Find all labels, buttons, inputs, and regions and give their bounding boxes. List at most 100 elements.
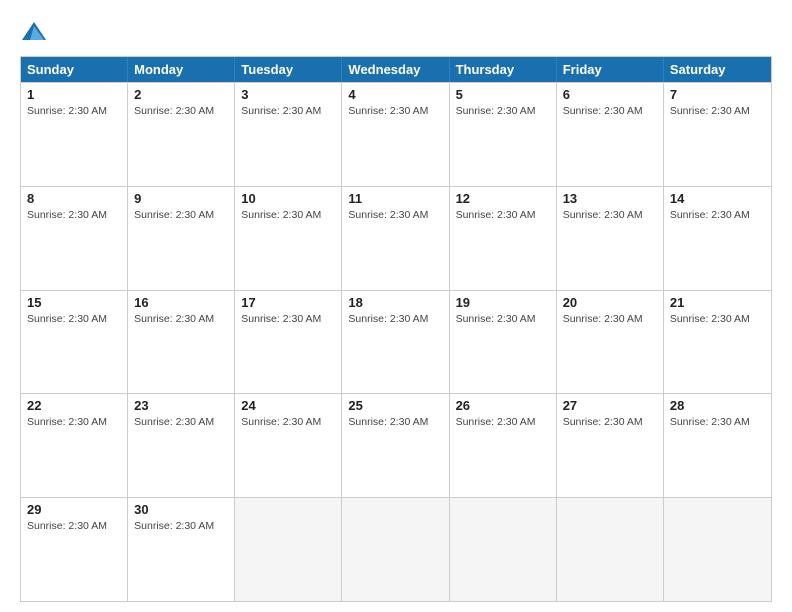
calendar-cell: 18 Sunrise: 2:30 AM — [342, 291, 449, 394]
calendar-cell: 15 Sunrise: 2:30 AM — [21, 291, 128, 394]
day-number: 15 — [27, 295, 121, 310]
day-number: 16 — [134, 295, 228, 310]
weekday-header: Friday — [557, 57, 664, 82]
weekday-header: Sunday — [21, 57, 128, 82]
calendar-cell: 1 Sunrise: 2:30 AM — [21, 83, 128, 186]
calendar-cell: 25 Sunrise: 2:30 AM — [342, 394, 449, 497]
day-number: 9 — [134, 191, 228, 206]
calendar-cell — [557, 498, 664, 601]
calendar-cell: 6 Sunrise: 2:30 AM — [557, 83, 664, 186]
calendar-cell: 11 Sunrise: 2:30 AM — [342, 187, 449, 290]
day-number: 30 — [134, 502, 228, 517]
day-number: 25 — [348, 398, 442, 413]
calendar-cell — [664, 498, 771, 601]
calendar-cell: 5 Sunrise: 2:30 AM — [450, 83, 557, 186]
header — [20, 18, 772, 46]
day-number: 23 — [134, 398, 228, 413]
day-number: 29 — [27, 502, 121, 517]
day-info: Sunrise: 2:30 AM — [348, 208, 442, 223]
day-number: 4 — [348, 87, 442, 102]
calendar-cell: 24 Sunrise: 2:30 AM — [235, 394, 342, 497]
day-number: 27 — [563, 398, 657, 413]
day-info: Sunrise: 2:30 AM — [134, 312, 228, 327]
calendar-cell: 12Sunrise: 2:30 AM — [450, 187, 557, 290]
calendar-cell: 8 Sunrise: 2:30 AM — [21, 187, 128, 290]
day-info: Sunrise: 2:30 AM — [27, 312, 121, 327]
calendar-week: 22 Sunrise: 2:30 AM 23 Sunrise: 2:30 AM 24 Su… — [21, 393, 771, 497]
calendar-cell: 10 Sunrise: 2:30 AM — [235, 187, 342, 290]
day-info: Sunrise: 2:30 AM — [27, 415, 121, 430]
day-info: Sunrise: 2:30 AM — [348, 104, 442, 119]
calendar-cell — [342, 498, 449, 601]
calendar-cell: 23 Sunrise: 2:30 AM — [128, 394, 235, 497]
day-info: Sunrise: 2:30 AM — [27, 104, 121, 119]
calendar: SundayMondayTuesdayWednesdayThursdayFrid… — [20, 56, 772, 602]
day-number: 14 — [670, 191, 765, 206]
calendar-cell: 2 Sunrise: 2:30 AM — [128, 83, 235, 186]
day-number: 7 — [670, 87, 765, 102]
day-number: 21 — [670, 295, 765, 310]
day-info: Sunrise: 2:30 AM — [670, 312, 765, 327]
calendar-cell: 27Sunrise: 2:30 AM — [557, 394, 664, 497]
calendar-cell: 16 Sunrise: 2:30 AM — [128, 291, 235, 394]
day-number: 8 — [27, 191, 121, 206]
day-number: 26 — [456, 398, 550, 413]
day-info: Sunrise: 2:30 AM — [241, 415, 335, 430]
day-number: 3 — [241, 87, 335, 102]
calendar-cell: 3 Sunrise: 2:30 AM — [235, 83, 342, 186]
day-info: Sunrise: 2:30 AM — [456, 415, 550, 430]
day-number: 24 — [241, 398, 335, 413]
day-info: Sunrise: 2:30 AM — [241, 208, 335, 223]
calendar-week: 1 Sunrise: 2:30 AM 2 Sunrise: 2:30 AM 3 Sunri… — [21, 82, 771, 186]
day-info: Sunrise: 2:30 AM — [456, 104, 550, 119]
day-number: 11 — [348, 191, 442, 206]
day-number: 10 — [241, 191, 335, 206]
day-info: Sunrise: 2:30 AM — [27, 208, 121, 223]
calendar-cell: 28 Sunrise: 2:30 AM — [664, 394, 771, 497]
day-info: Sunrise: 2:30 AM — [348, 312, 442, 327]
calendar-cell: 22 Sunrise: 2:30 AM — [21, 394, 128, 497]
day-info: Sunrise: 2:30 AM — [241, 104, 335, 119]
day-info: Sunrise: 2:30 AM — [670, 208, 765, 223]
weekday-header: Thursday — [450, 57, 557, 82]
calendar-cell: 26 Sunrise: 2:30 AM — [450, 394, 557, 497]
calendar-cell: 17Sunrise: 2:30 AM — [235, 291, 342, 394]
calendar-cell: 30Sunrise: 2:30 AM — [128, 498, 235, 601]
day-number: 13 — [563, 191, 657, 206]
calendar-cell: 20Sunrise: 2:30 AM — [557, 291, 664, 394]
day-number: 1 — [27, 87, 121, 102]
day-number: 6 — [563, 87, 657, 102]
day-info: Sunrise: 2:30 AM — [134, 104, 228, 119]
day-info: Sunrise: 2:30 AM — [348, 415, 442, 430]
calendar-cell: 29 Sunrise: 2:30 AM — [21, 498, 128, 601]
day-number: 18 — [348, 295, 442, 310]
day-info: Sunrise: 2:30 AM — [563, 208, 657, 223]
day-number: 19 — [456, 295, 550, 310]
day-info: Sunrise: 2:30 AM — [563, 104, 657, 119]
day-info: Sunrise: 2:30 AM — [670, 415, 765, 430]
day-info: Sunrise: 2:30 AM — [134, 208, 228, 223]
day-info: Sunrise: 2:30 AM — [134, 415, 228, 430]
page: SundayMondayTuesdayWednesdayThursdayFrid… — [0, 0, 792, 612]
calendar-week: 15Sunrise: 2:30 AM16Sunrise: 2:30 AM17Su… — [21, 290, 771, 394]
weekday-header: Tuesday — [235, 57, 342, 82]
calendar-cell: 9 Sunrise: 2:30 AM — [128, 187, 235, 290]
day-info: Sunrise: 2:30 AM — [241, 312, 335, 327]
calendar-cell: 13 Sunrise: 2:30 AM — [557, 187, 664, 290]
day-number: 2 — [134, 87, 228, 102]
day-number: 5 — [456, 87, 550, 102]
day-info: Sunrise: 2:30 AM — [456, 312, 550, 327]
calendar-cell: 21 Sunrise: 2:30 AM — [664, 291, 771, 394]
day-number: 22 — [27, 398, 121, 413]
calendar-week: 29 Sunrise: 2:30 AM 30Sunrise: 2:30 AM — [21, 497, 771, 601]
calendar-cell: 4 Sunrise: 2:30 AM — [342, 83, 449, 186]
calendar-body: 1 Sunrise: 2:30 AM 2 Sunrise: 2:30 AM 3 Sunri… — [21, 82, 771, 601]
calendar-cell: 7 Sunrise: 2:30 AM — [664, 83, 771, 186]
day-info: Sunrise: 2:30 AM — [670, 104, 765, 119]
day-info: Sunrise: 2:30 AM — [456, 208, 550, 223]
calendar-cell — [450, 498, 557, 601]
day-number: 28 — [670, 398, 765, 413]
weekday-header: Saturday — [664, 57, 771, 82]
day-info: Sunrise: 2:30 AM — [27, 519, 121, 534]
logo — [20, 18, 52, 46]
